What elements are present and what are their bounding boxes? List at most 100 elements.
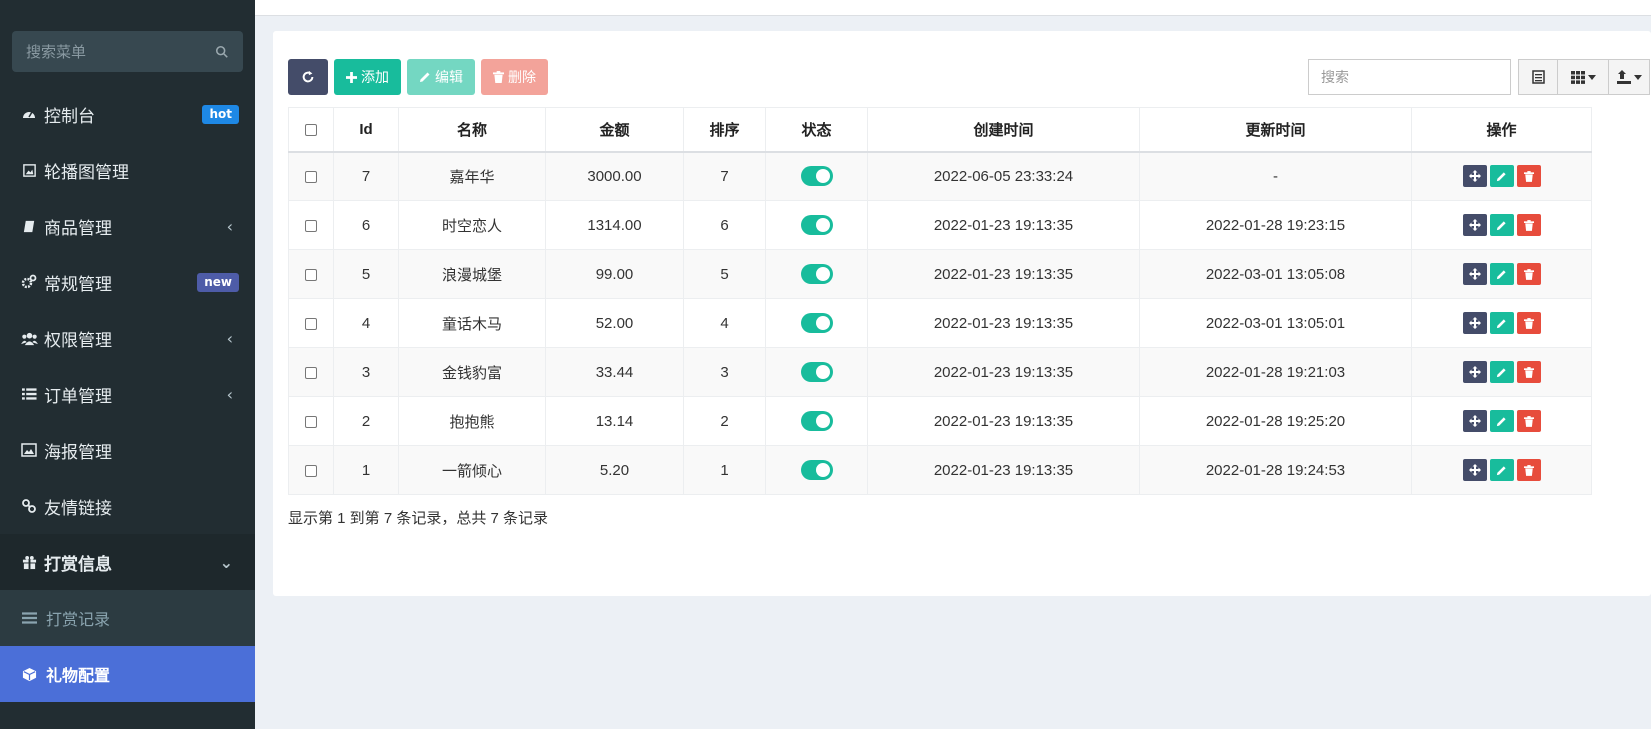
sidebar-item-orders[interactable]: 订单管理 ‹ bbox=[0, 366, 255, 422]
cell-sort: 7 bbox=[683, 151, 766, 201]
row-select-cell bbox=[288, 151, 334, 201]
sidebar-item-general[interactable]: 常规管理 new bbox=[0, 254, 255, 310]
row-delete-button[interactable] bbox=[1516, 312, 1541, 334]
drag-sort-button[interactable] bbox=[1462, 165, 1487, 188]
row-edit-button[interactable] bbox=[1489, 312, 1514, 334]
row-checkbox[interactable] bbox=[305, 415, 317, 428]
trash-icon bbox=[1523, 268, 1534, 280]
row-delete-button[interactable] bbox=[1516, 263, 1541, 285]
table-row[interactable]: 4 童话木马 52.00 4 2022-01-23 19:13:35 2022-… bbox=[288, 298, 1592, 348]
status-toggle[interactable] bbox=[800, 411, 833, 431]
cell-created: 2022-01-23 19:13:35 bbox=[867, 298, 1140, 348]
row-actions bbox=[1462, 312, 1541, 334]
cell-amount: 5.20 bbox=[545, 445, 684, 495]
delete-button-label: 删除 bbox=[508, 69, 536, 85]
menu-search-input[interactable]: 搜索菜单 bbox=[12, 31, 243, 72]
row-edit-button[interactable] bbox=[1489, 361, 1514, 383]
drag-sort-button[interactable] bbox=[1462, 410, 1487, 432]
cell-sort: 2 bbox=[683, 396, 766, 446]
cell-status bbox=[765, 347, 868, 397]
cell-updated: 2022-03-01 13:05:01 bbox=[1139, 298, 1412, 348]
status-toggle[interactable] bbox=[800, 362, 833, 382]
pencil-icon bbox=[1496, 465, 1506, 475]
row-edit-button[interactable] bbox=[1489, 459, 1514, 481]
refresh-icon bbox=[302, 70, 314, 83]
table-row[interactable]: 5 浪漫城堡 99.00 5 2022-01-23 19:13:35 2022-… bbox=[288, 249, 1592, 299]
toggle-view-button[interactable] bbox=[1518, 59, 1558, 95]
drag-sort-button[interactable] bbox=[1462, 459, 1487, 481]
refresh-button[interactable] bbox=[288, 59, 328, 95]
row-edit-button[interactable] bbox=[1489, 410, 1514, 432]
row-checkbox[interactable] bbox=[305, 268, 317, 281]
sidebar-item-permission[interactable]: 权限管理 ‹ bbox=[0, 310, 255, 366]
status-toggle[interactable] bbox=[800, 264, 833, 284]
column-header[interactable]: 状态 bbox=[765, 107, 868, 153]
sidebar-item-reward[interactable]: 打赏信息 ⌄ bbox=[0, 534, 255, 590]
cube-icon bbox=[22, 667, 40, 682]
sidebar-item-label: 商品管理 bbox=[44, 218, 112, 239]
table-search-input[interactable]: 搜索 bbox=[1308, 59, 1511, 95]
row-checkbox[interactable] bbox=[305, 219, 317, 232]
row-checkbox[interactable] bbox=[305, 366, 317, 379]
column-header[interactable]: 创建时间 bbox=[867, 107, 1140, 153]
column-header[interactable]: 更新时间 bbox=[1139, 107, 1412, 153]
cell-name: 抱抱熊 bbox=[398, 396, 546, 446]
column-header[interactable]: 金额 bbox=[545, 107, 684, 153]
table-row[interactable]: 3 金钱豹富 33.44 3 2022-01-23 19:13:35 2022-… bbox=[288, 347, 1592, 397]
row-delete-button[interactable] bbox=[1516, 361, 1541, 383]
table-row[interactable]: 1 一箭倾心 5.20 1 2022-01-23 19:13:35 2022-0… bbox=[288, 445, 1592, 495]
cell-id: 2 bbox=[333, 396, 399, 446]
sidebar-item-dashboard[interactable]: 控制台 hot bbox=[0, 86, 255, 142]
column-header[interactable]: 排序 bbox=[683, 107, 766, 153]
row-checkbox[interactable] bbox=[305, 317, 317, 330]
column-header[interactable]: Id bbox=[333, 107, 399, 153]
drag-sort-button[interactable] bbox=[1462, 361, 1487, 383]
cell-updated: - bbox=[1139, 151, 1412, 201]
sidebar-item-carousel[interactable]: 轮播图管理 bbox=[0, 142, 255, 198]
row-delete-button[interactable] bbox=[1516, 214, 1541, 236]
columns-dropdown-button[interactable] bbox=[1557, 59, 1609, 95]
status-toggle[interactable] bbox=[800, 166, 833, 187]
status-toggle[interactable] bbox=[800, 313, 833, 333]
edit-button[interactable]: 编辑 bbox=[407, 59, 475, 95]
table-row[interactable]: 2 抱抱熊 13.14 2 2022-01-23 19:13:35 2022-0… bbox=[288, 396, 1592, 446]
column-header[interactable]: 名称 bbox=[398, 107, 546, 153]
row-delete-button[interactable] bbox=[1516, 459, 1541, 481]
row-edit-button[interactable] bbox=[1489, 165, 1514, 188]
row-select-cell bbox=[288, 347, 334, 397]
sidebar-item-goods[interactable]: 商品管理 ‹ bbox=[0, 198, 255, 254]
drag-sort-button[interactable] bbox=[1462, 263, 1487, 285]
table-row[interactable]: 7 嘉年华 3000.00 7 2022-06-05 23:33:24 - bbox=[288, 151, 1592, 201]
row-edit-button[interactable] bbox=[1489, 263, 1514, 285]
sidebar-item-gift-config[interactable]: 礼物配置 bbox=[0, 646, 255, 702]
arrows-icon bbox=[1468, 268, 1481, 280]
status-toggle[interactable] bbox=[800, 215, 833, 235]
sidebar-item-reward-records[interactable]: 打赏记录 bbox=[0, 590, 255, 646]
export-dropdown-button[interactable] bbox=[1608, 59, 1650, 95]
table-row[interactable]: 6 时空恋人 1314.00 6 2022-01-23 19:13:35 202… bbox=[288, 200, 1592, 250]
drag-sort-button[interactable] bbox=[1462, 312, 1487, 334]
arrows-icon bbox=[1468, 219, 1481, 231]
row-delete-button[interactable] bbox=[1516, 165, 1541, 188]
card-view-icon bbox=[1531, 70, 1545, 84]
link-icon bbox=[20, 497, 38, 515]
row-edit-button[interactable] bbox=[1489, 214, 1514, 236]
select-all-checkbox[interactable] bbox=[305, 123, 317, 136]
bars-icon bbox=[22, 612, 40, 624]
row-delete-button[interactable] bbox=[1516, 410, 1541, 432]
add-button[interactable]: 添加 bbox=[334, 59, 401, 95]
status-toggle[interactable] bbox=[800, 460, 833, 480]
cell-status bbox=[765, 249, 868, 299]
dashboard-icon bbox=[20, 105, 38, 123]
delete-button[interactable]: 删除 bbox=[481, 59, 548, 95]
sidebar-item-poster[interactable]: 海报管理 bbox=[0, 422, 255, 478]
sidebar-item-links[interactable]: 友情链接 bbox=[0, 478, 255, 534]
drag-sort-button[interactable] bbox=[1462, 214, 1487, 236]
search-icon bbox=[215, 45, 228, 58]
cell-actions bbox=[1411, 151, 1592, 201]
cell-actions bbox=[1411, 298, 1592, 348]
grid-icon bbox=[1570, 70, 1585, 84]
row-checkbox[interactable] bbox=[305, 170, 317, 183]
row-actions bbox=[1462, 410, 1541, 432]
row-checkbox[interactable] bbox=[305, 464, 317, 477]
